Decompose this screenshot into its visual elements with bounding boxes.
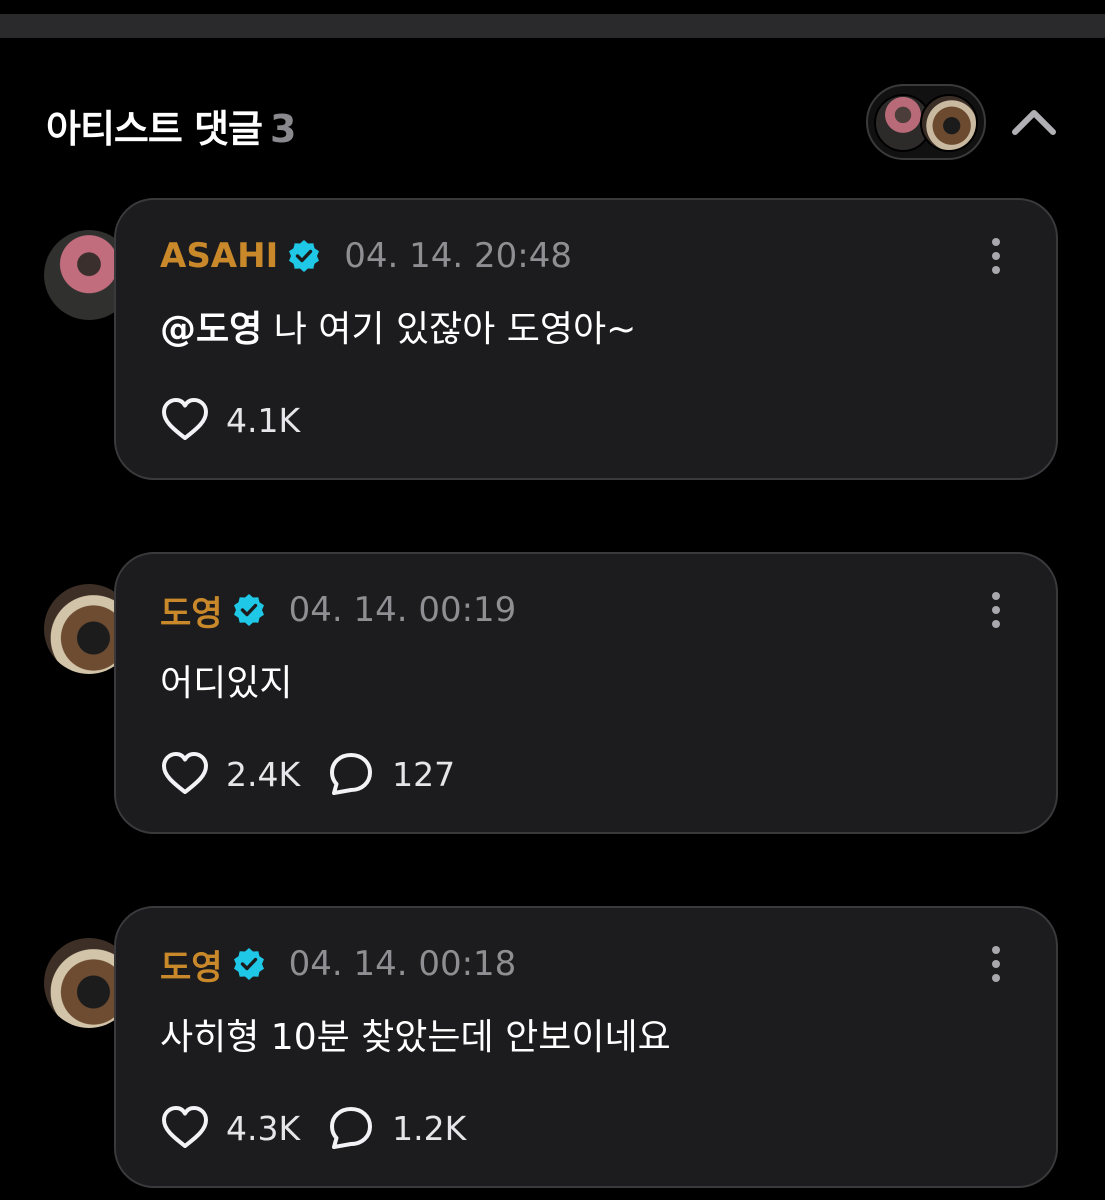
chevron-up-icon (1012, 110, 1056, 135)
section-title-text: 아티스트 댓글 (46, 107, 263, 151)
comment-text: @도영 나 여기 있잖아 도영아~ (160, 300, 636, 352)
section-title: 아티스트 댓글 3 (46, 98, 296, 153)
reply-count: 1.2K (392, 1108, 467, 1148)
heart-icon[interactable] (160, 395, 210, 445)
verified-badge-icon (289, 240, 320, 272)
comment-time: 04. 14. 00:19 (288, 590, 517, 630)
more-vertical-icon[interactable] (986, 236, 1006, 276)
like-count: 4.1K (226, 400, 301, 440)
comment-body: 나 여기 있잖아 도영아~ (262, 309, 637, 350)
comment-text: 사히형 10분 찾았는데 안보이네요 (160, 1008, 671, 1060)
collapse-button[interactable] (1006, 98, 1062, 144)
more-vertical-icon[interactable] (986, 944, 1006, 984)
comment-card: 도영 04. 14. 00:19 어디있지 2.4K 127 (114, 552, 1058, 834)
doyoung-mini-avatar (920, 94, 978, 152)
verified-badge-icon (233, 948, 264, 980)
like-count: 2.4K (226, 754, 301, 794)
comment-card: ASAHI 04. 14. 20:48 @도영 나 여기 있잖아 도영아~ 4.… (114, 198, 1058, 480)
comment-body: 어디있지 (160, 663, 293, 704)
heart-icon[interactable] (160, 1103, 210, 1153)
comment-actions: 4.1K (160, 396, 300, 444)
like-count: 4.3K (226, 1108, 301, 1148)
comment-meta: 도영 04. 14. 00:19 (160, 590, 517, 634)
artist-avatar-stack[interactable] (866, 84, 986, 160)
comment-actions: 2.4K 127 (160, 750, 455, 798)
comment-time: 04. 14. 20:48 (344, 236, 572, 276)
comment-time: 04. 14. 00:18 (288, 944, 517, 984)
comment-text: 어디있지 (160, 654, 292, 706)
more-vertical-icon[interactable] (986, 590, 1006, 630)
verified-badge-icon (233, 594, 264, 626)
top-divider-bar (0, 14, 1105, 38)
speech-bubble-icon[interactable] (326, 1103, 376, 1153)
comment-card: 도영 04. 14. 00:18 사히형 10분 찾았는데 안보이네요 4.3K… (114, 906, 1058, 1188)
artist-comments-header: 아티스트 댓글 3 (46, 84, 1105, 160)
heart-icon[interactable] (160, 749, 210, 799)
comment-count: 3 (270, 107, 296, 151)
comment-actions: 4.3K 1.2K (160, 1104, 466, 1152)
comment-meta: ASAHI 04. 14. 20:48 (160, 236, 572, 276)
comment-body: 사히형 10분 찾았는데 안보이네요 (160, 1017, 671, 1058)
author-name[interactable]: ASAHI (160, 236, 278, 276)
reply-count: 127 (392, 754, 456, 794)
speech-bubble-icon[interactable] (326, 749, 376, 799)
comment-meta: 도영 04. 14. 00:18 (160, 944, 517, 988)
author-name[interactable]: 도영 (160, 940, 223, 989)
mention-link[interactable]: @도영 (160, 309, 262, 350)
author-name[interactable]: 도영 (160, 586, 223, 635)
